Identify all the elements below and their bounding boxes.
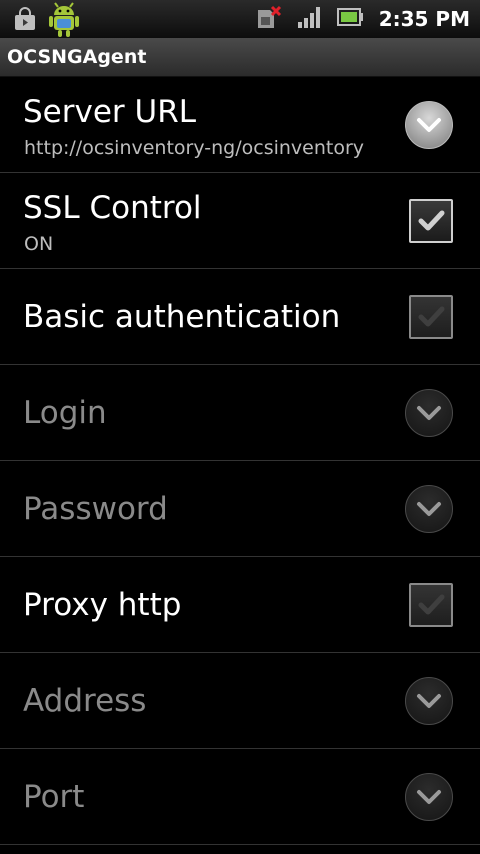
android-robot-icon <box>48 2 80 42</box>
shopping-bag-icon <box>12 7 38 37</box>
sim-missing-icon <box>255 4 283 34</box>
pref-basic-authentication[interactable]: Basic authentication <box>0 269 480 365</box>
pref-ssl-control[interactable]: SSL Control ON <box>0 173 480 269</box>
chevron-down-icon[interactable] <box>405 484 453 533</box>
pref-title: Server URL <box>23 94 197 130</box>
pref-title: Password <box>23 491 168 527</box>
pref-title: SSL Control <box>23 190 202 226</box>
chevron-down-icon[interactable] <box>405 676 453 725</box>
battery-icon <box>336 7 365 31</box>
pref-port[interactable]: Port <box>0 749 480 845</box>
pref-title: Login <box>23 395 107 431</box>
chevron-down-icon[interactable] <box>405 388 453 437</box>
chevron-down-icon[interactable] <box>405 772 453 821</box>
check-icon <box>418 594 445 614</box>
pref-title: Address <box>23 683 147 719</box>
signal-icon <box>297 5 323 33</box>
pref-address[interactable]: Address <box>0 653 480 749</box>
checkbox-checked[interactable] <box>409 198 453 243</box>
pref-proxy-http[interactable]: Proxy http <box>0 557 480 653</box>
preference-list: Server URL http://ocsinventory-ng/ocsinv… <box>0 77 480 845</box>
pref-summary: http://ocsinventory-ng/ocsinventory <box>24 137 365 159</box>
pref-password[interactable]: Password <box>0 461 480 557</box>
pref-title: Proxy http <box>23 587 182 623</box>
checkbox-unchecked[interactable] <box>409 294 453 339</box>
status-bar: 2:35 PM <box>0 0 480 38</box>
chevron-down-icon[interactable] <box>405 100 453 149</box>
status-time: 2:35 PM <box>378 7 470 31</box>
check-icon <box>418 306 445 326</box>
pref-title: Port <box>23 779 85 815</box>
pref-title: Basic authentication <box>23 299 341 335</box>
pref-server-url[interactable]: Server URL http://ocsinventory-ng/ocsinv… <box>0 77 480 173</box>
check-icon <box>418 210 445 230</box>
pref-login[interactable]: Login <box>0 365 480 461</box>
app-title: OCSNGAgent <box>7 46 147 68</box>
title-bar: OCSNGAgent <box>0 38 480 77</box>
pref-summary: ON <box>24 233 54 255</box>
checkbox-unchecked[interactable] <box>409 582 453 627</box>
